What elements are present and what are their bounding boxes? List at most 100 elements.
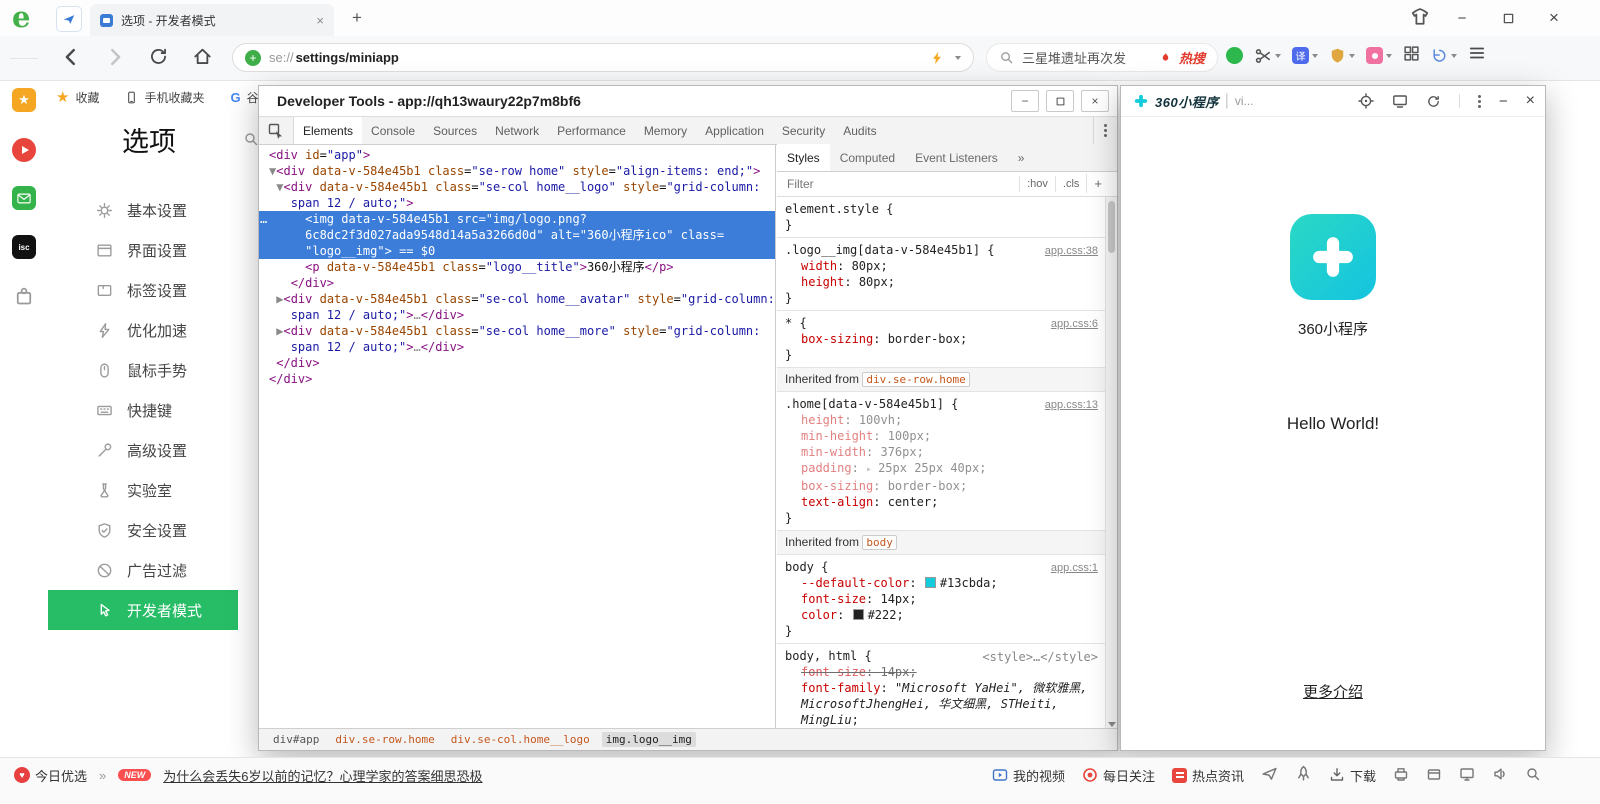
devtools-more-icon[interactable] <box>1093 117 1117 144</box>
undo-icon[interactable] <box>1431 47 1457 64</box>
miniapp-more-link[interactable]: 更多介绍 <box>1121 681 1545 702</box>
speaker-icon[interactable] <box>1492 766 1508 785</box>
devtools-tab-elements[interactable]: Elements <box>294 117 362 144</box>
forward-icon[interactable] <box>104 46 126 73</box>
sidebar-item-dev[interactable]: 开发者模式 <box>48 590 238 630</box>
devtools-tab-application[interactable]: Application <box>696 117 773 144</box>
dom-line[interactable]: ▶<div data-v-584e45b1 class="se-col home… <box>259 291 775 307</box>
devtools-tab-performance[interactable]: Performance <box>548 117 635 144</box>
back-icon[interactable] <box>60 46 82 73</box>
dom-line[interactable]: "logo__img"> == $0 <box>259 243 775 259</box>
breadcrumb-item[interactable]: img.logo__img <box>602 732 696 747</box>
sidebar-item-shield[interactable]: 安全设置 <box>48 510 238 550</box>
style-rule[interactable]: element.style {} <box>777 197 1106 238</box>
dom-line[interactable]: ▶<div data-v-584e45b1 class="se-col home… <box>259 323 775 339</box>
devtools-tab-network[interactable]: Network <box>486 117 548 144</box>
more-tabs-chevron[interactable]: » <box>1008 144 1035 171</box>
settings-search-icon[interactable] <box>243 131 259 152</box>
stylesheet-link[interactable]: app.css:6 <box>1051 316 1098 332</box>
cast-screen-icon[interactable] <box>1392 93 1408 109</box>
rocket-icon[interactable] <box>1295 765 1312 785</box>
devtools-minimize-button[interactable]: − <box>1011 90 1039 112</box>
dom-line[interactable]: </div> <box>259 355 775 371</box>
daily-follow-item[interactable]: 每日关注 <box>1082 766 1155 785</box>
dom-line[interactable]: … <img data-v-584e45b1 src="img/logo.png… <box>259 211 775 227</box>
devtools-maximize-button[interactable] <box>1046 90 1074 112</box>
pseudo-state-toggle[interactable]: :hov <box>1019 176 1055 192</box>
bookmark-favorites[interactable]: ★ 收藏 <box>56 88 99 106</box>
new-style-rule-button[interactable]: + <box>1086 174 1109 193</box>
address-dropdown-icon[interactable] <box>955 56 961 60</box>
miniapp-minimize-button[interactable]: − <box>1499 93 1508 110</box>
dom-line[interactable]: span 12 / auto;">…</div> <box>259 307 775 323</box>
window-maximize-button[interactable] <box>1488 4 1528 32</box>
breadcrumb-item[interactable]: div#app <box>269 732 323 747</box>
favorites-badge-icon[interactable]: ★ <box>12 88 36 112</box>
dom-line[interactable]: ▼<div data-v-584e45b1 class="se-col home… <box>259 179 775 195</box>
styles-filter-input[interactable] <box>785 176 1019 192</box>
style-rule[interactable]: app.css:13.home[data-v-584e45b1] {height… <box>777 392 1106 531</box>
browser-logo[interactable]: e <box>12 0 30 34</box>
window-close-button[interactable]: × <box>1534 4 1574 32</box>
locate-icon[interactable] <box>1358 93 1374 109</box>
browser-tab[interactable]: 选项 - 开发者模式 × <box>90 4 334 36</box>
printer-icon[interactable] <box>1393 766 1409 785</box>
tab-styles[interactable]: Styles <box>777 144 830 171</box>
miniapp-menu-icon[interactable] <box>1478 95 1481 108</box>
stylesheet-link[interactable]: <style>…</style> <box>982 649 1098 665</box>
promo-plane-icon[interactable] <box>1261 765 1278 785</box>
sidebar-item-window[interactable]: 界面设置 <box>48 230 238 270</box>
shield-extension-icon[interactable] <box>1329 47 1355 64</box>
window-minimize-button[interactable]: − <box>1442 4 1482 32</box>
devtools-titlebar[interactable]: Developer Tools - app://qh13waury22p7m8b… <box>259 86 1117 116</box>
monitor-icon[interactable] <box>1459 766 1475 785</box>
miniapp-titlebar[interactable]: 360小程序 | vi... − × <box>1121 86 1545 117</box>
inspect-element-icon[interactable] <box>259 117 294 144</box>
sidebar-item-bolt[interactable]: 优化加速 <box>48 310 238 350</box>
tab-computed[interactable]: Computed <box>830 144 905 171</box>
style-rule[interactable]: app.css:38.logo__img[data-v-584e45b1] {w… <box>777 238 1106 311</box>
lightning-icon[interactable] <box>930 50 944 66</box>
style-rule[interactable]: app.css:6* {box-sizing: border-box;} <box>777 311 1106 368</box>
download-item[interactable]: 下载 <box>1329 766 1376 785</box>
scrollbar-down-icon[interactable] <box>1108 722 1116 727</box>
translate-extension-icon[interactable]: 译 <box>1292 47 1318 64</box>
styles-scrollbar[interactable] <box>1105 197 1117 729</box>
video-app-icon[interactable] <box>12 138 36 162</box>
node-link[interactable]: div.se-row.home <box>862 372 969 387</box>
sidebar-item-block[interactable]: 广告过滤 <box>48 550 238 590</box>
headline-link[interactable]: 为什么会丢失6岁以前的记忆？心理学家的答案细思恐极 <box>163 766 482 785</box>
pink-extension-icon[interactable] <box>1366 47 1392 64</box>
sidebar-item-tools[interactable]: 高级设置 <box>48 430 238 470</box>
speed-mode-icon[interactable] <box>56 6 82 32</box>
bookmark-google[interactable]: G 谷 <box>230 89 258 106</box>
sidebar-item-tab[interactable]: 标签设置 <box>48 270 238 310</box>
box-icon[interactable] <box>1426 766 1442 785</box>
mail-app-icon[interactable] <box>12 186 36 210</box>
apps-grid-icon[interactable] <box>1403 45 1420 67</box>
miniapp-refresh-icon[interactable] <box>1426 94 1441 109</box>
hot-search-label[interactable]: 热搜 <box>1179 48 1205 67</box>
devtools-tab-memory[interactable]: Memory <box>635 117 696 144</box>
hot-news-item[interactable]: 热点资讯 <box>1172 766 1244 785</box>
class-toggle[interactable]: .cls <box>1055 176 1087 192</box>
home-icon[interactable] <box>192 46 213 72</box>
style-rule[interactable]: <style>…</style>body, html {font-size: 1… <box>777 644 1106 729</box>
scissors-extension-icon[interactable] <box>1254 47 1281 65</box>
sidebar-item-flask[interactable]: 实验室 <box>48 470 238 510</box>
theme-skin-icon[interactable] <box>1410 7 1430 32</box>
devtools-close-button[interactable]: × <box>1081 90 1109 112</box>
daily-pick-item[interactable]: ♥ 今日优选 <box>14 766 87 785</box>
green-extension-icon[interactable] <box>1226 47 1243 64</box>
breadcrumb-item[interactable]: div.se-row.home <box>331 732 438 747</box>
address-bar[interactable]: + se:// settings/miniapp <box>232 43 974 72</box>
dom-line[interactable]: </div> <box>259 275 775 291</box>
bookmark-phone-favorites[interactable]: 手机收藏夹 <box>125 89 204 106</box>
plugin-puzzle-icon[interactable] <box>12 284 36 308</box>
isc-app-icon[interactable]: isc <box>12 235 36 259</box>
tab-event-listeners[interactable]: Event Listeners <box>905 144 1008 171</box>
stylesheet-link[interactable]: app.css:13 <box>1045 397 1098 413</box>
my-videos-item[interactable]: 我的视频 <box>992 766 1065 785</box>
refresh-icon[interactable] <box>148 46 169 72</box>
new-tab-button[interactable]: + <box>346 7 368 29</box>
